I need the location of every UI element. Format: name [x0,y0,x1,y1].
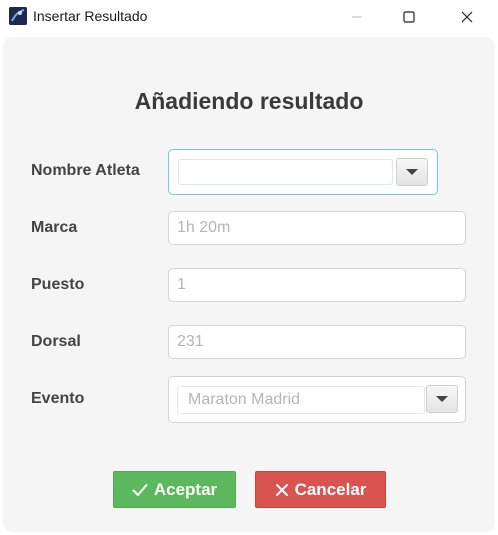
form-heading: Añadiendo resultado [134,88,364,114]
event-selected-value[interactable]: Maraton Madrid [177,386,425,414]
x-icon [275,483,288,496]
chevron-down-icon [406,169,418,175]
position-label: Puesto [31,276,85,293]
bib-label: Dorsal [31,333,81,350]
event-label: Evento [31,390,85,407]
check-icon [132,483,148,496]
athlete-dropdown-button[interactable] [396,158,428,186]
window-title: Insertar Resultado [33,8,148,24]
bib-input[interactable]: 231 [168,325,466,359]
chevron-down-icon [436,396,448,402]
athlete-name-combobox[interactable] [168,149,438,195]
cancel-button[interactable]: Cancelar [255,471,386,508]
event-dropdown-button[interactable] [426,385,458,413]
close-icon [461,11,473,23]
minimize-button[interactable] [334,0,380,34]
athlete-name-input[interactable] [178,159,393,185]
athlete-name-label: Nombre Atleta [31,162,140,179]
mark-label: Marca [31,219,78,236]
accept-button-label: Aceptar [153,479,218,499]
close-button[interactable] [444,0,490,34]
mark-input[interactable]: 1h 20m [168,211,466,245]
maximize-icon [403,11,415,23]
app-logo-icon [9,7,27,25]
accept-button[interactable]: Aceptar [113,471,236,508]
title-bar: Insertar Resultado [0,0,498,34]
minimize-icon [352,16,362,18]
position-input[interactable]: 1 [168,268,466,302]
cancel-button-label: Cancelar [294,479,367,499]
event-combobox[interactable]: Maraton Madrid [168,376,466,423]
maximize-button[interactable] [386,0,432,34]
